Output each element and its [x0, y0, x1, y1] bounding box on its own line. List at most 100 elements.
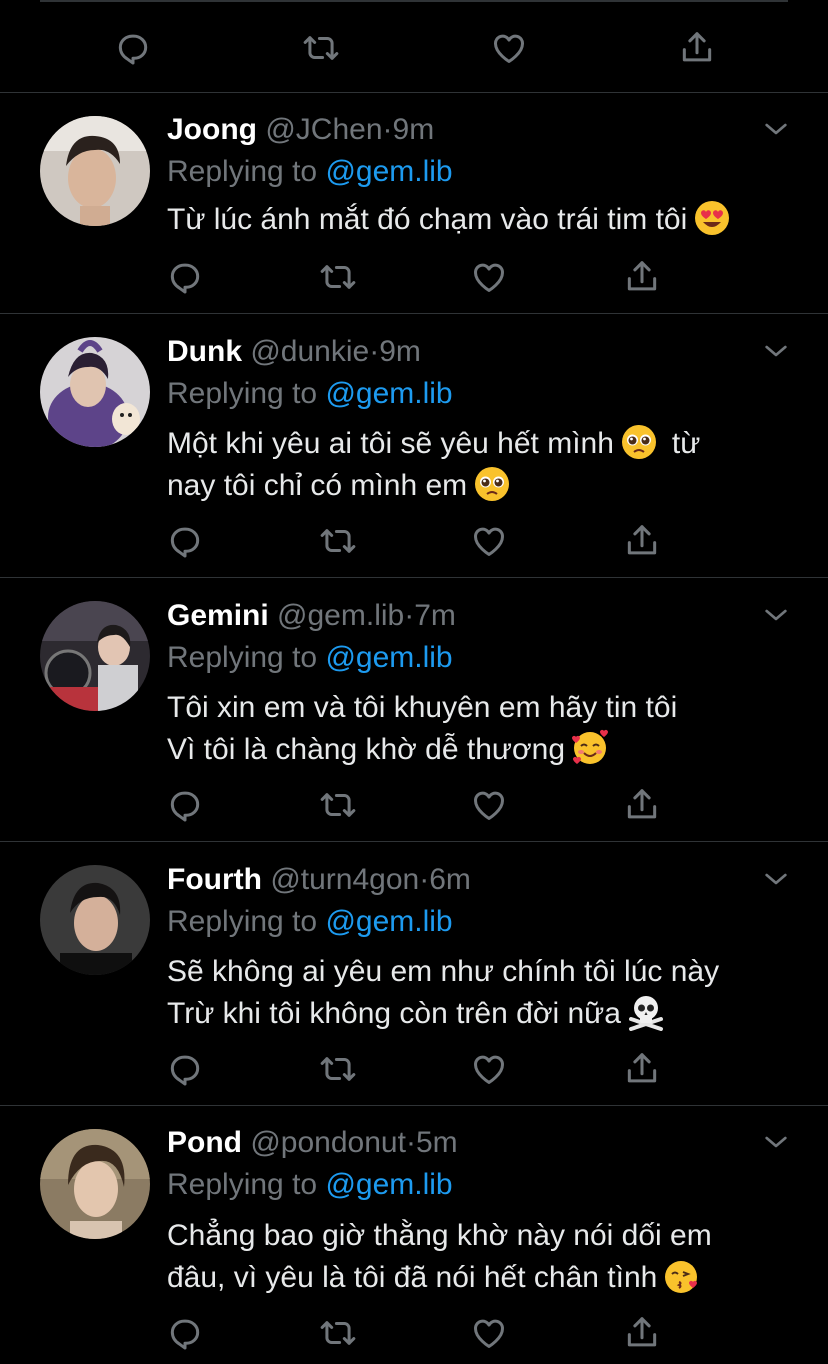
chevron-down-icon [765, 609, 787, 621]
replying-to-label: Replying to [167, 155, 318, 188]
share-button[interactable] [619, 1310, 665, 1356]
reply-actions [162, 1310, 682, 1356]
smiling-face-with-hearts-emoji-icon [571, 729, 609, 767]
more-options-button[interactable] [760, 863, 792, 895]
like-button[interactable] [466, 1046, 512, 1092]
avatar[interactable] [40, 601, 150, 711]
user-handle[interactable]: @turn4gon [270, 863, 419, 896]
tweet-text: Từ lúc ánh mắt đó chạm vào trái tim tôi [167, 199, 787, 241]
reply-button[interactable] [162, 782, 208, 828]
tweet-text-line: đâu, vì yêu là tôi đã nói hết chân tình [167, 1257, 787, 1299]
replying-to: Replying to @gem.lib [167, 152, 453, 192]
mention-link[interactable]: @gem.lib [325, 641, 452, 674]
reply-tweet[interactable]: Joong @JChen·9m Replying to @gem.lib Từ … [0, 93, 828, 313]
like-button[interactable] [486, 25, 532, 71]
more-options-button[interactable] [760, 1126, 792, 1158]
tweet-text-segment: từ [671, 427, 701, 460]
share-button[interactable] [619, 782, 665, 828]
timestamp[interactable]: 9m [379, 335, 421, 368]
more-options-button[interactable] [760, 113, 792, 145]
reply-button[interactable] [110, 25, 156, 71]
pleading-face-emoji-icon [473, 465, 511, 503]
tweet-text: Chẳng bao giờ thằng khờ này nói dối em đ… [167, 1215, 787, 1299]
user-handle[interactable]: @JChen [265, 113, 382, 146]
reply-button[interactable] [162, 1046, 208, 1092]
share-button[interactable] [674, 25, 720, 71]
avatar-image [40, 116, 150, 226]
timestamp[interactable]: 9m [393, 113, 435, 146]
mention-link[interactable]: @gem.lib [325, 377, 452, 410]
reply-button[interactable] [162, 1310, 208, 1356]
tweet-header: Fourth @turn4gon·6m [167, 860, 471, 900]
tweet-header: Joong @JChen·9m [167, 110, 434, 150]
tweet-header: Pond @pondonut·5m [167, 1123, 458, 1163]
avatar[interactable] [40, 1129, 150, 1239]
replying-to-label: Replying to [167, 905, 318, 938]
tweet-text-segment: Vì tôi là chàng khờ dễ thương [167, 733, 565, 766]
tweet-text-line: Chẳng bao giờ thằng khờ này nói dối em [167, 1215, 787, 1257]
mention-link[interactable]: @gem.lib [325, 1168, 452, 1201]
replying-to-label: Replying to [167, 377, 318, 410]
retweet-button[interactable] [315, 1310, 361, 1356]
chevron-down-icon [765, 345, 787, 357]
replying-to: Replying to @gem.lib [167, 374, 453, 414]
timestamp[interactable]: 5m [416, 1126, 458, 1159]
share-icon [627, 525, 657, 555]
tweet-text-line: Vì tôi là chàng khờ dễ thương [167, 729, 787, 771]
display-name[interactable]: Pond [167, 1126, 242, 1159]
share-icon [627, 1053, 657, 1083]
replying-to-label: Replying to [167, 1168, 318, 1201]
retweet-button[interactable] [315, 782, 361, 828]
like-button[interactable] [466, 254, 512, 300]
mention-link[interactable]: @gem.lib [325, 155, 452, 188]
tweet-text-segment: Chẳng bao giờ thằng khờ này nói dối em [167, 1219, 712, 1252]
chevron-down-icon [765, 1136, 787, 1148]
retweet-button[interactable] [298, 25, 344, 71]
more-options-button[interactable] [760, 335, 792, 367]
avatar-image [40, 865, 150, 975]
reply-actions [162, 1046, 682, 1092]
user-handle[interactable]: @pondonut [250, 1126, 406, 1159]
reply-actions [162, 782, 682, 828]
retweet-button[interactable] [315, 1046, 361, 1092]
like-button[interactable] [466, 518, 512, 564]
timestamp[interactable]: 7m [414, 599, 456, 632]
like-icon [474, 1055, 504, 1084]
retweet-button[interactable] [315, 518, 361, 564]
retweet-icon [320, 793, 356, 817]
avatar[interactable] [40, 865, 150, 975]
display-name[interactable]: Fourth [167, 863, 262, 896]
reply-button[interactable] [162, 254, 208, 300]
replying-to: Replying to @gem.lib [167, 1165, 453, 1205]
top-divider [40, 0, 788, 2]
separator-dot: · [419, 863, 430, 896]
retweet-button[interactable] [315, 254, 361, 300]
reply-tweet[interactable]: Gemini @gem.lib·7m Replying to @gem.lib … [0, 578, 828, 841]
avatar[interactable] [40, 116, 150, 226]
tweet-text-line: Tôi xin em và tôi khuyên em hãy tin tôi [167, 687, 787, 729]
avatar[interactable] [40, 337, 150, 447]
mention-link[interactable]: @gem.lib [325, 905, 452, 938]
user-handle[interactable]: @gem.lib [277, 599, 404, 632]
reply-button[interactable] [162, 518, 208, 564]
reply-tweet[interactable]: Dunk @dunkie·9m Replying to @gem.lib Một… [0, 314, 828, 577]
share-button[interactable] [619, 518, 665, 564]
tweet-text-segment: Sẽ không ai yêu em như chính tôi lúc này [167, 955, 720, 988]
display-name[interactable]: Dunk [167, 335, 242, 368]
share-icon [682, 32, 712, 62]
display-name[interactable]: Joong [167, 113, 257, 146]
like-button[interactable] [466, 782, 512, 828]
replying-to: Replying to @gem.lib [167, 902, 453, 942]
like-button[interactable] [466, 1310, 512, 1356]
tweet-text-line: nay tôi chỉ có mình em [167, 465, 787, 507]
display-name[interactable]: Gemini [167, 599, 269, 632]
share-button[interactable] [619, 254, 665, 300]
more-options-button[interactable] [760, 599, 792, 631]
timestamp[interactable]: 6m [429, 863, 471, 896]
reply-actions [162, 518, 682, 564]
avatar-image [40, 1129, 150, 1239]
user-handle[interactable]: @dunkie [250, 335, 369, 368]
share-button[interactable] [619, 1046, 665, 1092]
reply-tweet[interactable]: Pond @pondonut·5m Replying to @gem.lib C… [0, 1106, 828, 1364]
reply-tweet[interactable]: Fourth @turn4gon·6m Replying to @gem.lib… [0, 842, 828, 1105]
